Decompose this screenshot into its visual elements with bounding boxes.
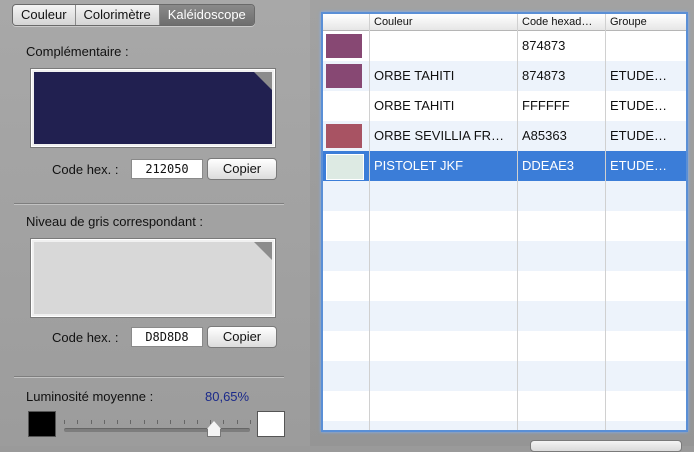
- color-swatch-cell: [326, 124, 362, 148]
- dark-swatch: [28, 411, 56, 437]
- table-row[interactable]: [323, 391, 686, 421]
- group-cell: ETUDE…: [610, 128, 668, 143]
- complementary-swatch: [34, 72, 272, 144]
- slider-tick: [144, 420, 145, 424]
- grayscale-hex-field[interactable]: D8D8D8: [131, 327, 203, 347]
- color-swatch-cell: [326, 154, 364, 180]
- slider-tick: [197, 420, 198, 424]
- table-row[interactable]: [323, 241, 686, 271]
- color-name-cell: PISTOLET JKF: [374, 158, 464, 173]
- color-name-cell: [370, 31, 518, 61]
- group-cell: ETUDE…: [610, 158, 668, 173]
- header-couleur[interactable]: Couleur: [370, 14, 518, 30]
- slider-tick: [223, 420, 224, 424]
- header-groupe[interactable]: Groupe: [606, 14, 686, 30]
- slider-tick: [104, 420, 105, 424]
- color-name-cell: ORBE TAHITI: [374, 98, 455, 113]
- hex-code-cell: DDEAE3: [522, 158, 575, 173]
- grayscale-title: Niveau de gris correspondant :: [26, 214, 204, 229]
- hex-code-cell: A85363: [522, 128, 567, 143]
- tab-kaleidoscope[interactable]: Kaléidoscope: [159, 5, 254, 25]
- table-row[interactable]: ORBE TAHITI FFFFFF ETUDE…: [323, 91, 686, 121]
- color-name-cell: ORBE TAHITI: [374, 68, 455, 83]
- group-cell: [606, 31, 686, 61]
- slider-tick: [91, 420, 92, 424]
- hex-code-cell: 874873: [522, 68, 566, 83]
- color-table[interactable]: Couleur Code hexad… Groupe 874873 ORBE TA…: [321, 12, 688, 432]
- table-row[interactable]: [323, 421, 686, 430]
- color-swatch-cell: [326, 94, 362, 118]
- tab-colorimetre[interactable]: Colorimètre: [75, 5, 160, 25]
- slider-tick: [77, 420, 78, 424]
- slider-tick: [64, 420, 65, 424]
- grayscale-swatch: [34, 242, 272, 314]
- header-code-hex[interactable]: Code hexad…: [518, 14, 606, 30]
- column-divider: [369, 14, 370, 430]
- swatch-corner-icon: [254, 242, 272, 260]
- complementary-hex-field[interactable]: 212050: [131, 159, 203, 179]
- swatch-corner-icon: [254, 72, 272, 90]
- table-row[interactable]: [323, 211, 686, 241]
- slider-tick: [170, 420, 171, 424]
- table-row[interactable]: [323, 301, 686, 331]
- column-divider: [517, 14, 518, 430]
- table-body: 874873 ORBE TAHITI 874873 ETUDE… ORBE TAHITI…: [323, 31, 686, 430]
- grayscale-hex-label: Code hex. :: [52, 330, 119, 345]
- divider: [14, 376, 284, 378]
- table-row[interactable]: [323, 331, 686, 361]
- table-row[interactable]: 874873: [323, 31, 686, 61]
- color-swatch-cell: [326, 64, 362, 88]
- group-cell: ETUDE…: [610, 98, 668, 113]
- slider-tick: [130, 420, 131, 424]
- bottom-button[interactable]: [530, 440, 682, 452]
- complementary-title: Complémentaire :: [26, 44, 129, 59]
- header-swatch[interactable]: [323, 14, 370, 30]
- slider-tick: [117, 420, 118, 424]
- table-header: Couleur Code hexad… Groupe: [323, 14, 686, 31]
- complementary-hex-label: Code hex. :: [52, 162, 119, 177]
- slider-thumb-body[interactable]: [207, 429, 221, 437]
- hex-code-cell: 874873: [522, 38, 566, 53]
- complementary-swatch-well: [30, 68, 276, 148]
- slider-tick: [157, 420, 158, 424]
- luminosity-value: 80,65%: [205, 389, 250, 404]
- tab-bar: Couleur Colorimètre Kaléidoscope: [12, 4, 255, 26]
- light-swatch: [257, 411, 285, 437]
- divider: [14, 203, 284, 205]
- table-row[interactable]: [323, 271, 686, 301]
- grayscale-copy-button[interactable]: Copier: [207, 326, 277, 348]
- column-divider: [605, 14, 606, 430]
- complementary-copy-button[interactable]: Copier: [207, 158, 277, 180]
- slider-tick: [184, 420, 185, 424]
- group-cell: ETUDE…: [610, 68, 668, 83]
- table-row[interactable]: [323, 361, 686, 391]
- luminosity-label: Luminosité moyenne :: [26, 389, 154, 404]
- luminosity-slider-track[interactable]: [64, 428, 250, 432]
- grayscale-swatch-well: [30, 238, 276, 318]
- table-row[interactable]: ORBE SEVILLIA FR… A85363 ETUDE…: [323, 121, 686, 151]
- table-row[interactable]: PISTOLET JKF DDEAE3 ETUDE…: [323, 151, 686, 181]
- table-row[interactable]: ORBE TAHITI 874873 ETUDE…: [323, 61, 686, 91]
- tab-couleur[interactable]: Couleur: [13, 5, 76, 25]
- slider-tick: [250, 420, 251, 424]
- hex-code-cell: FFFFFF: [522, 98, 570, 113]
- slider-thumb-top[interactable]: [207, 421, 221, 429]
- color-swatch-cell: [326, 34, 362, 58]
- table-row[interactable]: [323, 181, 686, 211]
- color-name-cell: ORBE SEVILLIA FR…: [374, 128, 505, 143]
- slider-tick: [237, 420, 238, 424]
